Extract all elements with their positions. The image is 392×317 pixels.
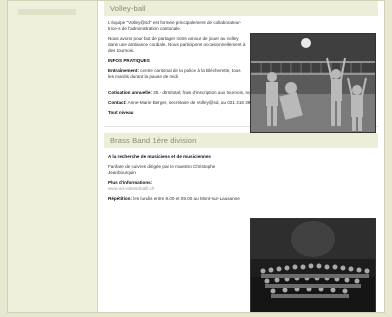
left-sidebar xyxy=(8,1,98,312)
rehearsal-text: les lundis entre 8.00 et 09.00 au Mont-s… xyxy=(133,196,240,201)
brass-description: Fanfare de cuivres dirigée par le maestr… xyxy=(108,164,216,175)
volleyball-photo xyxy=(250,33,376,133)
main-content: Volley-ball L'équipe "Volley@sd" est for… xyxy=(104,1,378,312)
volleyball-description: Nous avons pour but de partager notre am… xyxy=(108,36,246,53)
brass-band-section: Brass Band 1ère division A la recherche … xyxy=(104,133,378,202)
training-label: Entraînement: xyxy=(108,68,139,73)
page-frame: Volley-ball L'équipe "Volley@sd" est for… xyxy=(7,0,385,313)
sidebar-placeholder xyxy=(18,9,76,15)
rehearsal-label: Répétition: xyxy=(108,196,132,201)
training-info: Entraînement: centre cantonal de la poli… xyxy=(108,68,246,80)
contact-label: Contact: xyxy=(108,100,127,105)
brass-band-title: Brass Band 1ère division xyxy=(104,133,378,148)
volleyball-intro: L'équipe "Volley@sd" est formée principa… xyxy=(108,20,242,31)
infos-pratiques-heading: INFOS PRATIQUES xyxy=(108,58,150,63)
rehearsal-info: Répétition: les lundis entre 8.00 et 09.… xyxy=(108,196,240,202)
more-info-link[interactable]: www.sd-voltestrballl.ch xyxy=(108,186,240,192)
fee-label: Cotisation annuelle: xyxy=(108,90,152,95)
brass-heading: A la recherche de musiciens et de musici… xyxy=(108,154,211,159)
brass-band-photo xyxy=(250,218,376,312)
volleyball-title: Volley-ball xyxy=(104,1,378,16)
